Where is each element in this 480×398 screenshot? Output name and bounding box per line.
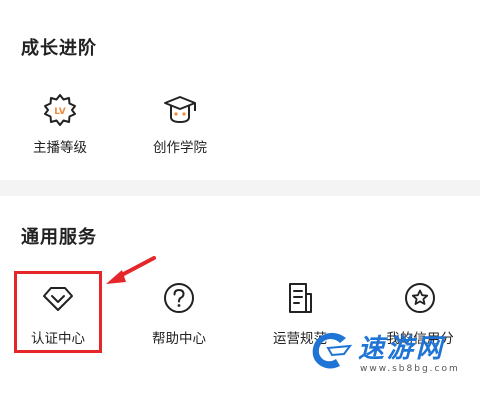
question-circle-icon [164,283,194,313]
site-watermark: 速游网 www.sb8bg.com [306,326,476,386]
level-badge-icon: LV [44,94,76,126]
anchor-level-item[interactable]: LV 主播等级 [15,90,105,160]
growth-section-title: 成长进阶 [21,38,97,59]
document-icon [289,283,312,313]
watermark-logo-icon [312,332,353,369]
anchor-level-label: 主播等级 [33,140,87,156]
watermark-url: www.sb8bg.com [360,364,460,374]
graduation-cap-icon [164,96,196,124]
level-badge-text: LV [54,107,65,117]
growth-section: 成长进阶 LV 主播等级 创作学院 [0,0,480,180]
services-section-title: 通用服务 [21,227,97,248]
red-arrow-icon [106,256,156,284]
help-center-label: 帮助中心 [152,331,206,347]
creator-academy-item[interactable]: 创作学院 [135,90,225,160]
highlight-box [14,271,102,353]
watermark-text: 速游网 [358,334,446,364]
section-divider [0,180,480,196]
star-circle-icon [405,283,435,313]
creator-academy-label: 创作学院 [153,140,207,156]
